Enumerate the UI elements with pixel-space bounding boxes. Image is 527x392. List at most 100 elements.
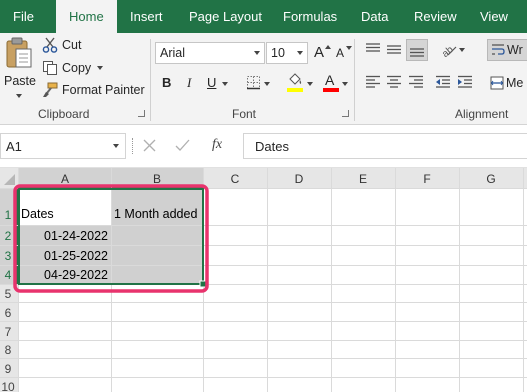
column-header-a[interactable]: A bbox=[61, 172, 69, 186]
column-header-f[interactable]: F bbox=[423, 172, 430, 186]
row-header-9[interactable]: 9 bbox=[5, 362, 12, 376]
tab-file[interactable]: File bbox=[13, 0, 34, 33]
align-bottom-icon bbox=[410, 48, 424, 57]
chevron-down-icon bbox=[97, 66, 103, 70]
copy-button[interactable]: Copy bbox=[40, 58, 110, 78]
tab-data[interactable]: Data bbox=[361, 0, 388, 33]
fill-color-button[interactable] bbox=[285, 71, 317, 95]
merge-center-button[interactable]: Me bbox=[487, 73, 527, 93]
cell-a4[interactable]: 04-29-2022 bbox=[44, 268, 108, 282]
chevron-down-icon bbox=[16, 94, 22, 98]
column-header-d[interactable]: D bbox=[295, 172, 304, 186]
align-bottom-button[interactable] bbox=[406, 39, 428, 61]
chevron-down-icon bbox=[264, 82, 270, 86]
tab-page-layout[interactable]: Page Layout bbox=[189, 0, 262, 33]
format-painter-button[interactable]: Format Painter bbox=[40, 80, 145, 100]
cell-b1[interactable]: 1 Month added bbox=[114, 207, 197, 221]
bold-icon: B bbox=[162, 75, 172, 90]
increase-indent-button[interactable] bbox=[456, 73, 474, 91]
shrink-font-icon: A bbox=[336, 46, 345, 60]
font-size-value: 10 bbox=[271, 46, 285, 60]
grow-font-button[interactable]: A bbox=[312, 43, 332, 63]
row-header-8[interactable]: 8 bbox=[5, 343, 12, 357]
formula-bar-grip[interactable] bbox=[132, 138, 134, 154]
paste-button[interactable]: Paste bbox=[2, 35, 36, 101]
indent-decrease-icon bbox=[436, 75, 450, 88]
svg-text:ab: ab bbox=[440, 44, 456, 57]
row-header-10[interactable]: 10 bbox=[1, 380, 15, 392]
underline-icon: U bbox=[207, 75, 217, 90]
wrap-text-button[interactable]: Wr bbox=[487, 39, 527, 61]
row-header-6[interactable]: 6 bbox=[5, 306, 12, 320]
chevron-down-icon bbox=[297, 51, 303, 55]
column-header-g[interactable]: G bbox=[486, 172, 495, 186]
insert-function-button[interactable]: fx bbox=[208, 135, 232, 157]
cut-button[interactable]: Cut bbox=[40, 35, 100, 55]
checkmark-icon bbox=[175, 139, 190, 151]
align-center-icon bbox=[387, 75, 401, 88]
format-painter-label: Format Painter bbox=[62, 83, 145, 97]
decrease-indent-button[interactable] bbox=[434, 73, 452, 91]
dialog-launcher-icon[interactable] bbox=[138, 110, 145, 117]
row-header-3[interactable]: 3 bbox=[5, 249, 12, 263]
paste-icon bbox=[6, 37, 32, 68]
dialog-launcher-icon[interactable] bbox=[342, 110, 349, 117]
worksheet-grid[interactable]: A B C D E F G 1 2 3 4 5 6 7 8 9 10 Dates… bbox=[0, 168, 527, 392]
row-header-7[interactable]: 7 bbox=[5, 325, 12, 339]
paint-bucket-icon bbox=[289, 73, 302, 85]
menu-bar: File Home Insert Page Layout Formulas Da… bbox=[0, 0, 527, 33]
confirm-entry-button[interactable] bbox=[173, 136, 193, 156]
shrink-font-button[interactable]: A bbox=[334, 43, 354, 63]
name-box[interactable]: A1 bbox=[0, 133, 126, 159]
row-header-5[interactable]: 5 bbox=[5, 287, 12, 301]
align-middle-button[interactable] bbox=[385, 41, 403, 59]
group-divider bbox=[354, 39, 355, 121]
italic-button[interactable]: I bbox=[184, 73, 198, 93]
borders-button[interactable] bbox=[244, 73, 274, 93]
tab-home[interactable]: Home bbox=[56, 0, 117, 33]
chevron-down-icon bbox=[113, 144, 119, 148]
text-orientation-icon: ab bbox=[440, 44, 457, 57]
align-right-button[interactable] bbox=[407, 73, 425, 91]
font-color-swatch bbox=[323, 88, 339, 92]
tab-view[interactable]: View bbox=[480, 0, 508, 33]
formula-bar: A1 fx Dates bbox=[0, 126, 527, 168]
underline-button[interactable]: U bbox=[205, 73, 233, 93]
font-color-button[interactable]: A bbox=[321, 71, 351, 95]
fill-handle[interactable] bbox=[199, 280, 207, 288]
chevron-down-icon bbox=[307, 82, 313, 86]
font-size-select[interactable]: 10 bbox=[266, 42, 308, 64]
tab-review[interactable]: Review bbox=[414, 0, 457, 33]
cancel-entry-button[interactable] bbox=[140, 136, 160, 156]
cell-a2[interactable]: 01-24-2022 bbox=[44, 229, 108, 243]
selection-fill-b bbox=[111, 189, 203, 284]
tab-insert[interactable]: Insert bbox=[130, 0, 163, 33]
copy-icon bbox=[43, 61, 57, 75]
paste-label: Paste bbox=[4, 74, 36, 88]
orientation-button[interactable]: ab bbox=[440, 40, 468, 60]
indent-increase-icon bbox=[458, 75, 472, 88]
bold-button[interactable]: B bbox=[160, 73, 176, 93]
tab-formulas[interactable]: Formulas bbox=[283, 0, 337, 33]
cell-a1[interactable]: Dates bbox=[21, 207, 54, 221]
row-header-2[interactable]: 2 bbox=[5, 229, 12, 243]
fx-icon: fx bbox=[212, 137, 223, 152]
font-name-select[interactable]: Arial bbox=[155, 42, 265, 64]
align-center-button[interactable] bbox=[385, 73, 403, 91]
column-header-b[interactable]: B bbox=[153, 172, 161, 186]
formula-input[interactable]: Dates bbox=[243, 133, 527, 159]
cell-a3[interactable]: 01-25-2022 bbox=[44, 249, 108, 263]
column-header-e[interactable]: E bbox=[359, 172, 367, 186]
row-header-4[interactable]: 4 bbox=[5, 268, 12, 282]
align-top-button[interactable] bbox=[364, 41, 382, 59]
align-left-button[interactable] bbox=[364, 73, 382, 91]
chevron-down-icon bbox=[222, 82, 228, 86]
fill-color-swatch bbox=[287, 88, 303, 92]
wrap-text-label: Wr bbox=[507, 43, 523, 57]
clipboard-group-label: Clipboard bbox=[38, 107, 90, 121]
merge-center-label: Me bbox=[506, 76, 524, 90]
row-header-1[interactable]: 1 bbox=[5, 208, 12, 222]
align-right-icon bbox=[409, 75, 423, 88]
column-header-c[interactable]: C bbox=[231, 172, 240, 186]
ribbon: Paste Cut Copy Format Painter Clipboard … bbox=[0, 33, 527, 125]
